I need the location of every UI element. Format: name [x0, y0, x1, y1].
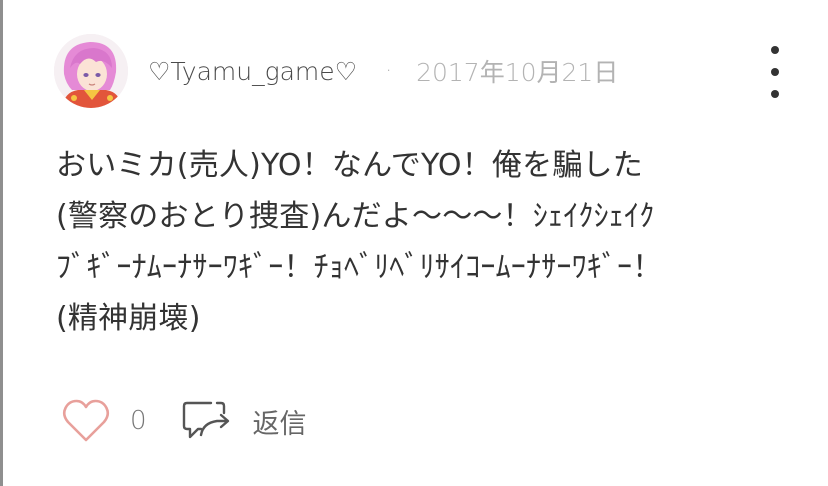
comment-body-line: (精神崩壊): [56, 301, 201, 336]
reply-button[interactable]: 返信: [181, 399, 307, 443]
meta-separator: ·: [385, 58, 393, 84]
reply-bubble-icon: [182, 401, 229, 439]
like-count: 0: [130, 406, 147, 436]
reply-label: 返信: [252, 408, 307, 440]
comment-actions: 0 返信: [62, 398, 307, 444]
avatar[interactable]: [54, 34, 128, 108]
left-border: [0, 0, 3, 486]
comment-body-line: ﾌﾞｷﾞｰﾅﾑｰﾅｻｰﾜｷﾞｰ！ﾁｮﾍﾞﾘﾍﾞﾘｻｲｺｰﾑｰﾅｻｰﾜｷﾞｰ！: [56, 250, 663, 285]
comment-meta: ♡Tyamu_game♡ · 2017年10月21日: [148, 51, 618, 91]
avatar-image: [54, 34, 128, 108]
comment-body-line: おいミカ(売人)YO！なんでYO！俺を騙した: [56, 148, 643, 183]
heart-outline-icon[interactable]: [62, 398, 110, 444]
comment-body-line: (警察のおとり捜査)んだよ〜〜〜！ｼｪｲｸｼｪｲｸ: [56, 199, 655, 234]
comment-body: おいミカ(売人)YO！なんでYO！俺を騙した (警察のおとり捜査)んだよ〜〜〜！…: [56, 140, 816, 344]
username[interactable]: ♡Tyamu_game♡: [148, 57, 357, 86]
more-vertical-icon-dot: [771, 90, 779, 98]
more-options-button[interactable]: [760, 46, 790, 98]
more-vertical-icon-dot: [771, 68, 779, 76]
more-vertical-icon-dot: [771, 46, 779, 54]
comment-date: 2017年10月21日: [416, 58, 619, 87]
